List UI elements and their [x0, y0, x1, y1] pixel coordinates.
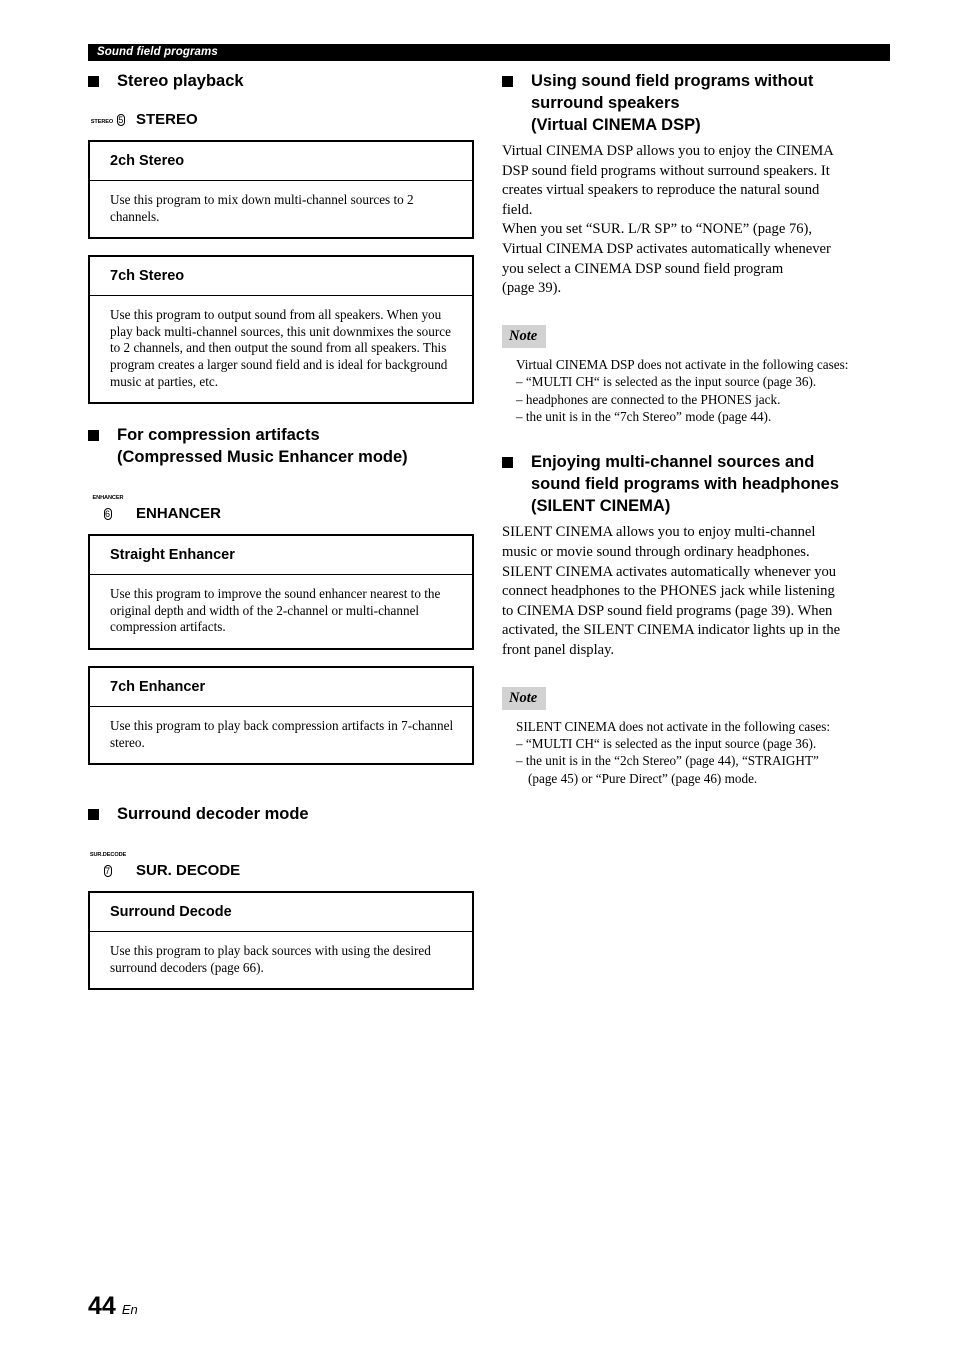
key-button-stereo[interactable]: STEREO 5 — [88, 110, 128, 128]
key-label-text: SUR. DECODE — [136, 862, 241, 880]
page-language-code: En — [121, 1302, 138, 1317]
program-name: Straight Enhancer — [90, 536, 472, 576]
note-content: Virtual CINEMA DSP does not activate in … — [502, 356, 892, 426]
section-title-line-2: sound field programs with headphones — [531, 475, 840, 494]
note-line: – the unit is in the “2ch Stereo” (page … — [516, 753, 819, 769]
body-line: activated, the SILENT CINEMA indicator l… — [502, 622, 841, 639]
note-line: – the unit is in the “7ch Stereo” mode (… — [516, 408, 772, 424]
body-line: connect headphones to the PHONES jack wh… — [502, 583, 835, 600]
key-cap-label: STEREO — [90, 119, 114, 125]
section-title-line-2: surround speakers — [531, 94, 680, 112]
section-title-text: Using sound field programs without surro… — [531, 70, 892, 136]
key-number: 5 — [117, 114, 126, 126]
page-number: 44 — [88, 1292, 116, 1320]
body-line: When you set “SUR. L/R SP” to “NONE” (pa… — [502, 221, 813, 238]
section-title-line-3: (SILENT CINEMA) — [531, 497, 671, 516]
section-title-line-2: (Compressed Music Enhancer mode) — [117, 448, 408, 467]
body-line: (page 39). — [502, 280, 562, 297]
program-description: Use this program to play back compressio… — [110, 717, 454, 750]
key-number: 7 — [103, 865, 112, 878]
body-paragraph-virtual-cinema-dsp: Virtual CINEMA DSP allows you to enjoy t… — [502, 142, 892, 299]
section-heading-silent-cinema: Enjoying multi-channel sources and sound… — [502, 451, 892, 517]
section-title-line-1: For compression artifacts — [117, 426, 320, 445]
body-paragraph-silent-cinema: SILENT CINEMA allows you to enjoy multi-… — [502, 523, 892, 660]
remote-key-enhancer[interactable]: ENHANCER 6 ENHANCER — [88, 486, 478, 522]
section-title-line-3: (Virtual CINEMA DSP) — [531, 116, 701, 134]
remote-key-sur-decode[interactable]: SUR.DECODE 7 SUR. DECODE — [88, 843, 478, 879]
page-footer: 44 En — [88, 1293, 138, 1323]
section-heading-stereo-playback: Stereo playback — [88, 70, 478, 92]
program-description: Use this program to play back sources wi… — [110, 943, 431, 975]
note-line: – “MULTI CH“ is selected as the input so… — [516, 374, 817, 390]
section-heading-surround-decoder-mode: Surround decoder mode — [88, 803, 478, 825]
body-line: front panel display. — [502, 641, 615, 658]
bullet-square-icon — [88, 76, 99, 87]
key-button-enhancer[interactable]: ENHANCER 6 — [88, 486, 128, 522]
right-column: Using sound field programs without surro… — [502, 70, 892, 787]
section-title-line-1: Enjoying multi-channel sources and — [531, 453, 815, 472]
note-label: Note — [502, 324, 547, 348]
body-line: SILENT CINEMA allows you to enjoy multi-… — [502, 524, 816, 541]
bullet-square-icon — [88, 430, 99, 442]
program-box-2ch-stereo: 2ch Stereo Use this program to mix down … — [88, 140, 474, 240]
program-box-straight-enhancer: Straight Enhancer Use this program to im… — [88, 534, 474, 650]
body-line: music or movie sound through ordinary he… — [502, 543, 810, 560]
bullet-square-icon — [502, 457, 513, 469]
key-number: 6 — [103, 508, 112, 521]
bullet-square-icon — [502, 76, 513, 87]
note-block-virtual-cinema-dsp: Note Virtual CINEMA DSP does not activat… — [502, 324, 892, 426]
body-line: DSP sound field programs without surroun… — [502, 162, 830, 179]
body-line: to CINEMA DSP sound field programs (page… — [502, 602, 833, 619]
key-cap-label: ENHANCER — [92, 495, 124, 502]
note-line: – headphones are connected to the PHONES… — [516, 391, 781, 407]
note-block-silent-cinema: Note SILENT CINEMA does not activate in … — [502, 686, 892, 788]
program-name: 2ch Stereo — [90, 142, 472, 181]
section-title-text: Surround decoder mode — [117, 805, 309, 824]
program-name: Surround Decode — [90, 893, 472, 933]
running-header-title: Sound field programs — [97, 46, 218, 58]
body-line: Virtual CINEMA DSP activates automatical… — [502, 240, 831, 257]
program-box-7ch-enhancer: 7ch Enhancer Use this program to play ba… — [88, 665, 474, 766]
note-line: (page 45) or “Pure Direct” (page 46) mod… — [528, 770, 758, 786]
program-description: Use this program to output sound from al… — [110, 307, 451, 389]
program-box-7ch-stereo: 7ch Stereo Use this program to output so… — [88, 255, 474, 405]
key-label-text: ENHANCER — [136, 505, 222, 523]
body-line: Virtual CINEMA DSP allows you to enjoy t… — [502, 143, 834, 159]
body-line: you select a CINEMA DSP sound field prog… — [502, 260, 784, 277]
body-line: SILENT CINEMA activates automatically wh… — [502, 563, 837, 580]
running-header-bar: Sound field programs — [88, 44, 890, 61]
left-column: Stereo playback STEREO 5 STEREO 2ch Ster… — [88, 70, 478, 991]
note-content: SILENT CINEMA does not activate in the f… — [502, 718, 892, 788]
program-name: 7ch Enhancer — [90, 668, 472, 707]
key-cap-label: SUR.DECODE — [89, 852, 127, 859]
note-line: Virtual CINEMA DSP does not activate in … — [516, 356, 849, 372]
section-title-text: For compression artifacts (Compressed Mu… — [117, 424, 478, 468]
section-heading-virtual-cinema-dsp: Using sound field programs without surro… — [502, 70, 892, 136]
program-description: Use this program to improve the sound en… — [110, 586, 441, 635]
program-name: 7ch Stereo — [90, 257, 472, 297]
program-box-surround-decode: Surround Decode Use this program to play… — [88, 891, 474, 991]
section-title-text: Stereo playback — [117, 72, 244, 90]
note-line: SILENT CINEMA does not activate in the f… — [516, 718, 831, 734]
note-line: – “MULTI CH“ is selected as the input so… — [516, 735, 817, 751]
remote-key-stereo[interactable]: STEREO 5 STEREO — [88, 110, 478, 128]
section-heading-compression-artifacts: For compression artifacts (Compressed Mu… — [88, 424, 478, 468]
note-label: Note — [502, 686, 547, 710]
body-line: creates virtual speakers to reproduce th… — [502, 182, 820, 199]
key-button-sur-decode[interactable]: SUR.DECODE 7 — [88, 843, 128, 879]
manual-page: Sound field programs Stereo playback STE… — [0, 0, 954, 1348]
bullet-square-icon — [88, 809, 99, 821]
body-line: field. — [502, 201, 533, 218]
section-title-text: Enjoying multi-channel sources and sound… — [531, 451, 892, 517]
program-description: Use this program to mix down multi-chann… — [110, 192, 414, 224]
section-title-line-1: Using sound field programs without — [531, 72, 814, 90]
key-label-text: STEREO — [136, 111, 198, 128]
